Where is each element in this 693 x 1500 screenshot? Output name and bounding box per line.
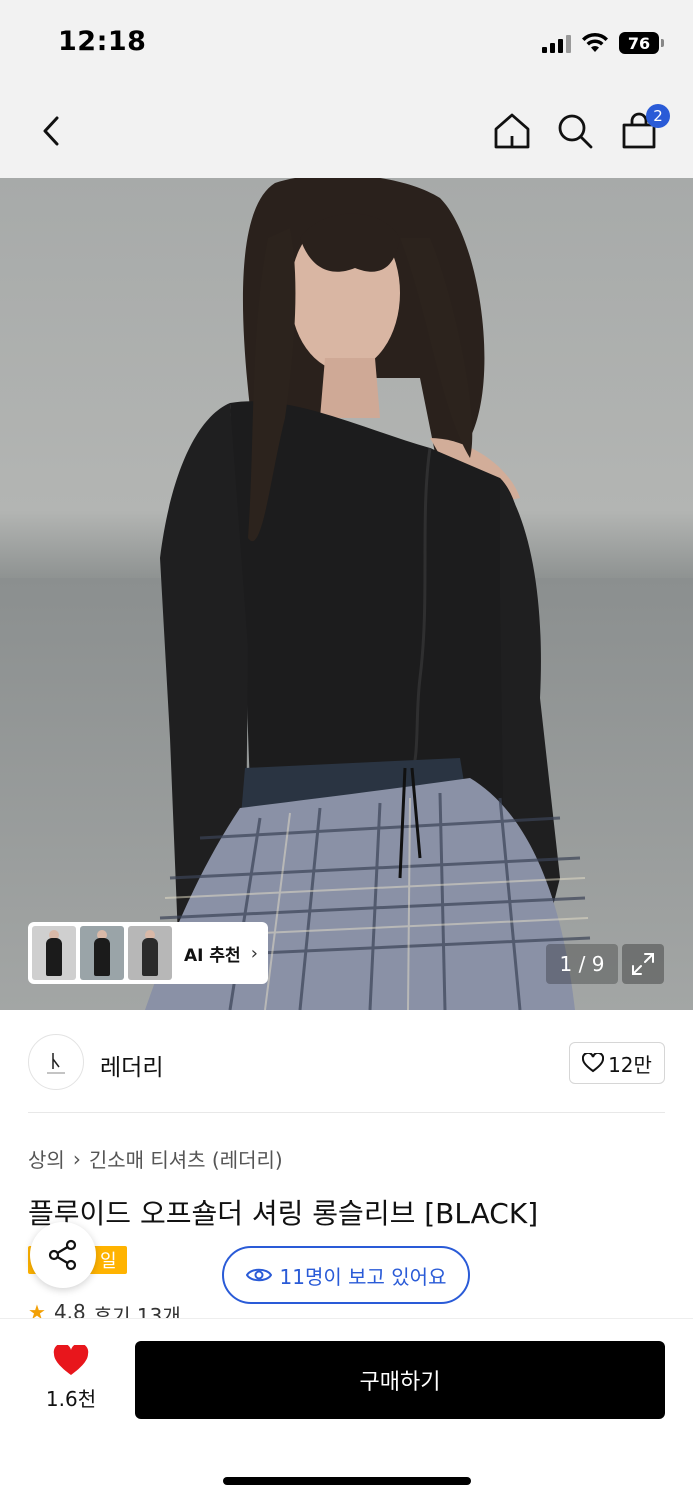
home-icon (494, 113, 530, 149)
rating-value: 4.8 (53, 1300, 86, 1320)
brand-logo[interactable] (28, 1034, 84, 1090)
brand-row: 레더리 12만 (28, 1034, 665, 1092)
viewers-indicator: 11명이 보고 있어요 (222, 1246, 470, 1304)
ai-recommend-card[interactable]: AI 추천 › (28, 922, 268, 984)
wishlist-button[interactable]: 1.6천 (38, 1345, 104, 1415)
expand-button[interactable] (622, 944, 664, 984)
heart-filled-icon (53, 1345, 89, 1375)
breadcrumb: 상의 › 긴소매 티셔츠 (레더리) (28, 1144, 283, 1173)
share-icon (48, 1239, 77, 1271)
brand-name[interactable]: 레더리 (100, 1048, 163, 1082)
chevron-right-icon: › (72, 1146, 81, 1171)
recommend-thumbnail[interactable] (80, 926, 124, 980)
product-image-carousel[interactable]: AI 추천 › 1 / 9 (0, 178, 693, 1010)
brand-like-button[interactable]: 12만 (569, 1042, 665, 1084)
rating-row[interactable]: ★ 4.8 후기 13개 (28, 1300, 181, 1320)
share-button[interactable] (30, 1222, 96, 1288)
star-icon: ★ (28, 1300, 46, 1320)
review-count: 후기 13개 (93, 1304, 181, 1320)
brand-like-count: 12만 (608, 1052, 652, 1077)
viewers-text: 11명이 보고 있어요 (279, 1264, 447, 1289)
brand-logo-mark (47, 1053, 65, 1074)
bottom-action-bar: 1.6천 구매하기 (0, 1318, 693, 1500)
breadcrumb-subcategory[interactable]: 긴소매 티셔츠 (레더리) (89, 1144, 283, 1173)
nav-bar: 2 (0, 88, 693, 178)
product-tag-text: 일 (100, 1251, 117, 1272)
buy-button[interactable]: 구매하기 (135, 1341, 665, 1419)
signal-icon (542, 33, 571, 53)
image-page-counter: 1 / 9 (546, 944, 618, 984)
divider (28, 1112, 665, 1113)
breadcrumb-category[interactable]: 상의 (28, 1144, 65, 1173)
search-icon (558, 114, 593, 149)
chevron-right-icon: › (250, 942, 258, 964)
recommend-thumbnail[interactable] (128, 926, 172, 980)
home-indicator (223, 1477, 471, 1485)
battery-icon: 76 (619, 32, 664, 54)
status-icons: 76 (542, 32, 664, 54)
cart-count-badge: 2 (646, 104, 670, 128)
back-button[interactable] (26, 106, 76, 156)
cart-button[interactable]: 2 (614, 104, 670, 156)
recommend-thumbnail[interactable] (32, 926, 76, 980)
ai-recommend-label: AI 추천 (184, 945, 241, 966)
status-time: 12:18 (58, 26, 147, 57)
home-button[interactable] (487, 106, 537, 156)
wishlist-count: 1.6천 (45, 1387, 97, 1411)
search-button[interactable] (550, 106, 600, 156)
expand-icon (632, 953, 654, 975)
eye-icon (245, 1268, 272, 1282)
heart-outline-icon (582, 1053, 605, 1073)
product-photo (145, 178, 591, 1010)
wifi-icon (582, 32, 608, 52)
chevron-left-icon (43, 116, 59, 146)
status-bar: 12:18 76 (0, 0, 693, 88)
product-title: 플루이드 오프숄더 셔링 롱슬리브 [BLACK] (28, 1197, 539, 1230)
